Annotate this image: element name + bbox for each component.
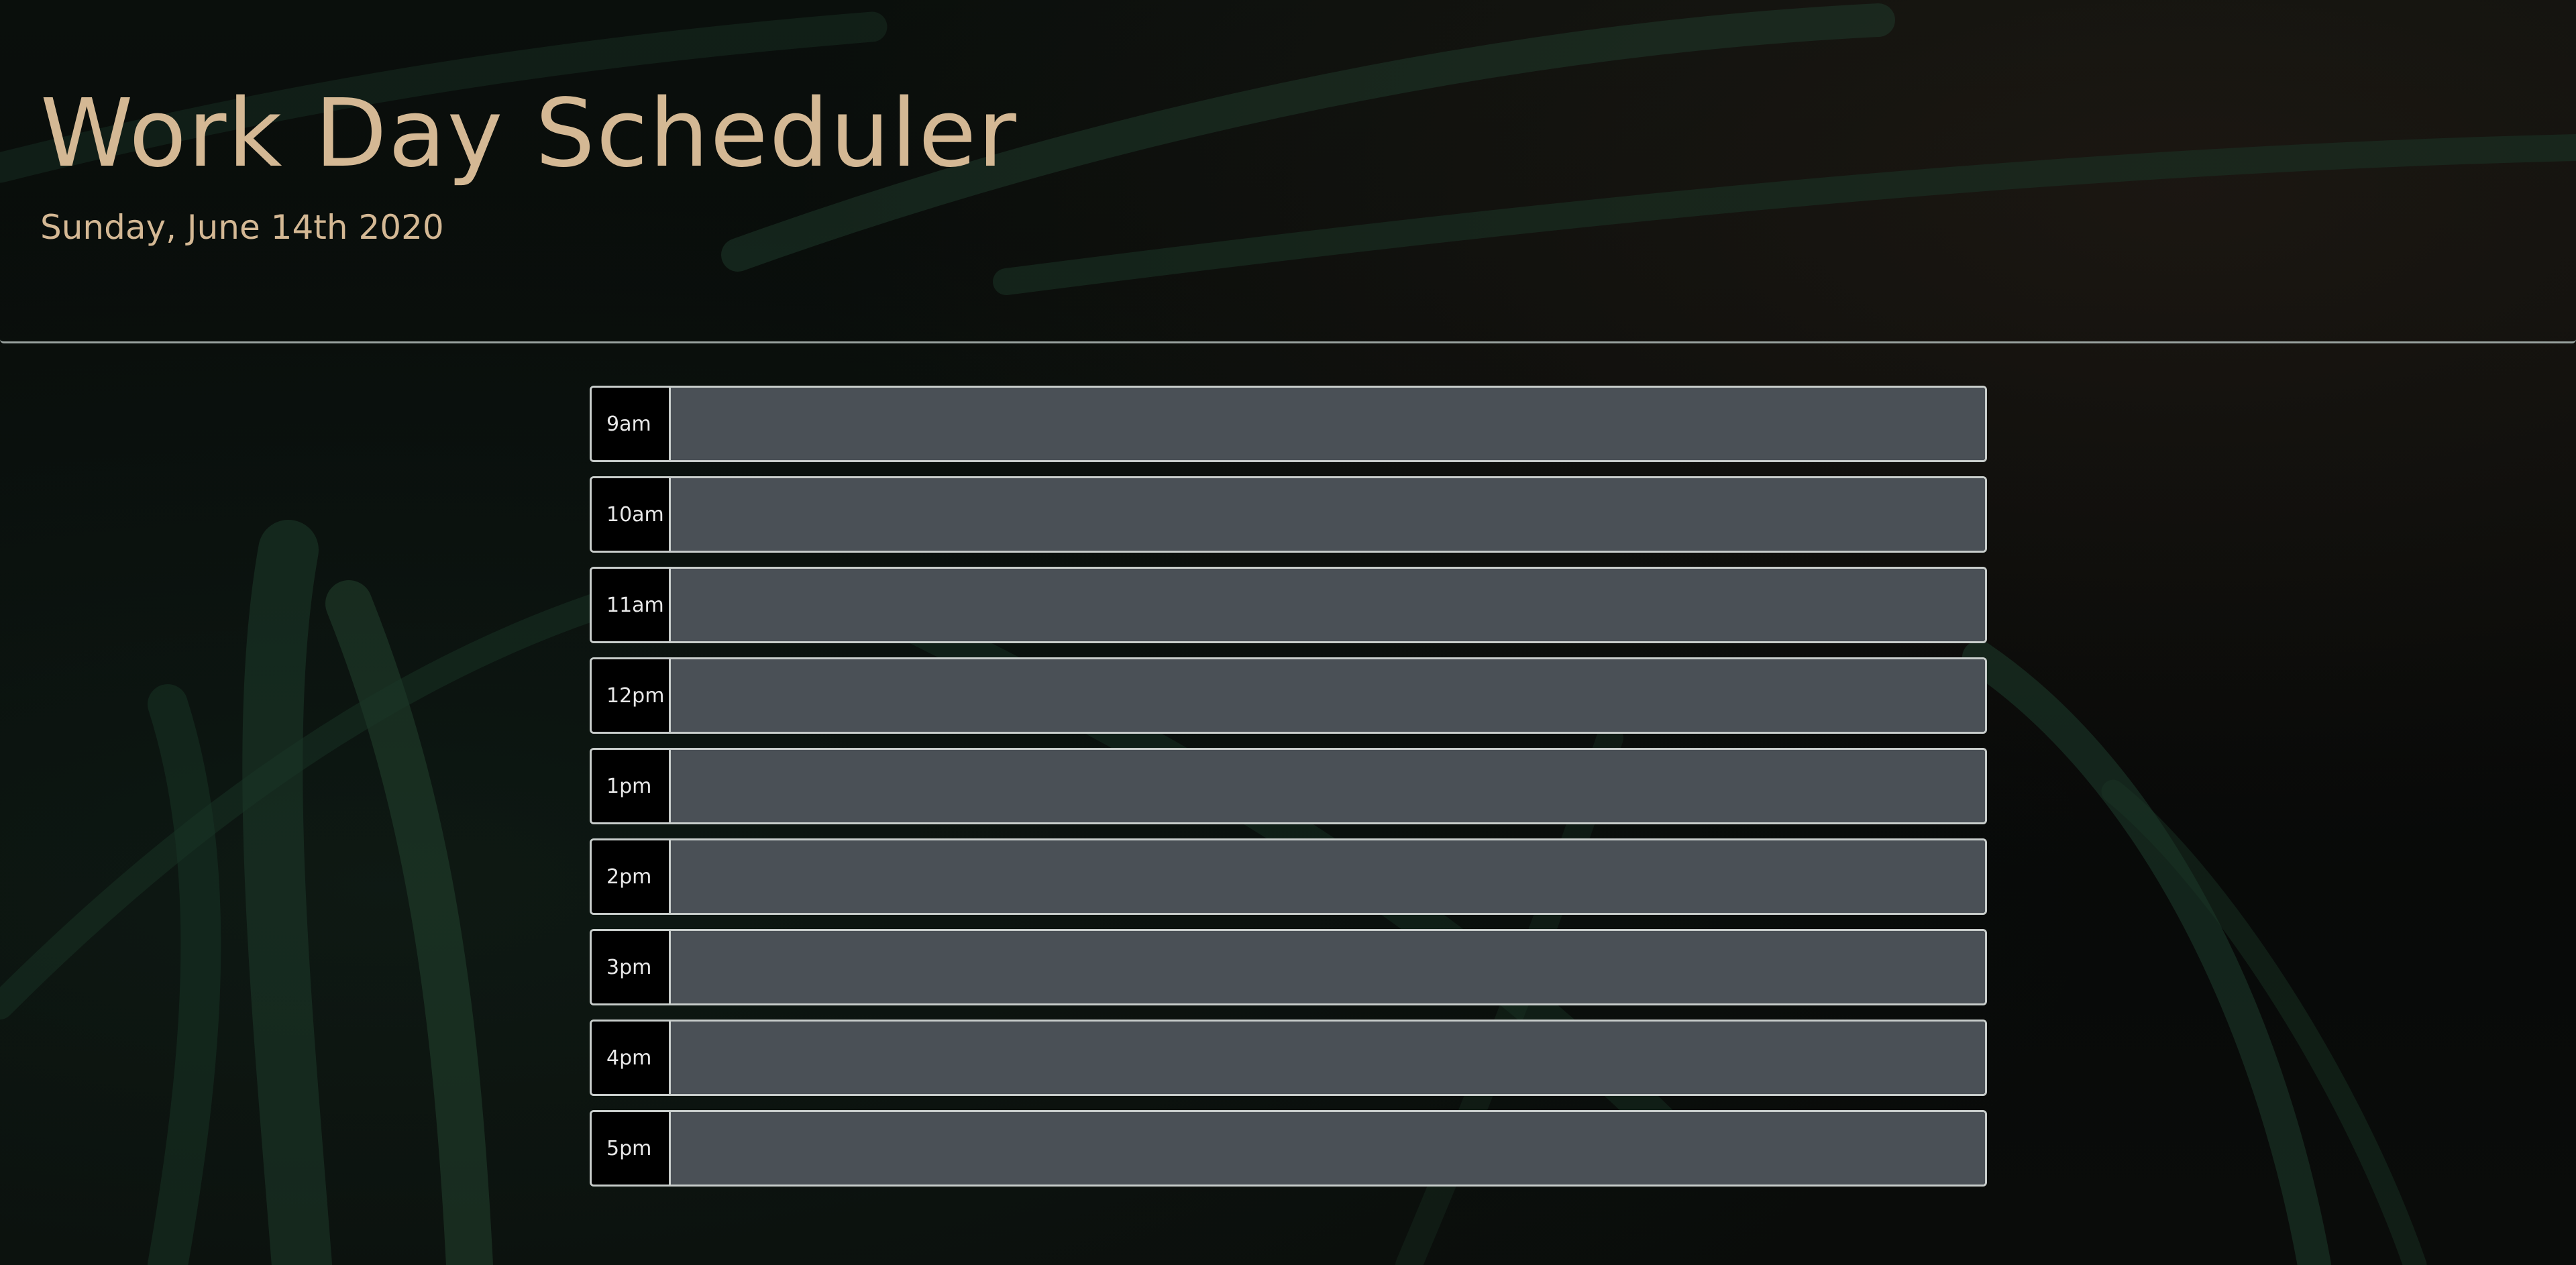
time-block: 3pm <box>590 929 1987 1005</box>
event-description-input[interactable] <box>671 840 1985 913</box>
hour-label: 4pm <box>592 1022 671 1094</box>
time-block: 4pm <box>590 1020 1987 1096</box>
event-description-input[interactable] <box>671 388 1985 460</box>
event-description-input[interactable] <box>671 1022 1985 1094</box>
hour-label: 10am <box>592 478 671 551</box>
time-block: 5pm <box>590 1110 1987 1187</box>
hour-label: 12pm <box>592 659 671 732</box>
hour-label: 5pm <box>592 1112 671 1185</box>
event-description-input[interactable] <box>671 569 1985 641</box>
current-date: Sunday, June 14th 2020 <box>40 208 444 247</box>
time-block: 1pm <box>590 748 1987 824</box>
page-header: Work Day Scheduler Sunday, June 14th 202… <box>0 0 2576 343</box>
event-description-input[interactable] <box>671 478 1985 551</box>
hour-label: 3pm <box>592 931 671 1003</box>
hour-label: 11am <box>592 569 671 641</box>
hour-label: 9am <box>592 388 671 460</box>
event-description-input[interactable] <box>671 931 1985 1003</box>
event-description-input[interactable] <box>671 659 1985 732</box>
time-block: 2pm <box>590 838 1987 915</box>
time-block: 11am <box>590 567 1987 643</box>
time-block-list: 9am 10am 11am 12pm 1pm 2pm 3pm 4pm 5pm <box>590 386 1987 1201</box>
hour-label: 2pm <box>592 840 671 913</box>
time-block: 10am <box>590 476 1987 553</box>
event-description-input[interactable] <box>671 1112 1985 1185</box>
hour-label: 1pm <box>592 750 671 822</box>
time-block: 9am <box>590 386 1987 462</box>
event-description-input[interactable] <box>671 750 1985 822</box>
page-title: Work Day Scheduler <box>40 79 1018 188</box>
time-block: 12pm <box>590 657 1987 734</box>
